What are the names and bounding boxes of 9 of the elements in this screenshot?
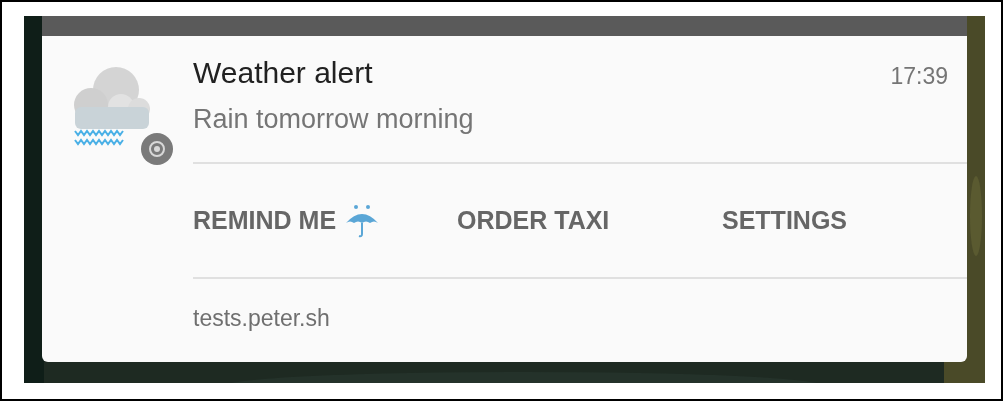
- notification-text: Rain tomorrow morning: [193, 103, 475, 136]
- notification-card[interactable]: Weather alert Rain tomorrow morning 17:39 REMIND ME ORDER TAXI SETTINGS tests.peter.sh: [42, 36, 967, 362]
- action-button[interactable]: SETTINGS: [722, 206, 922, 235]
- source-label: tests.peter.sh: [193, 305, 330, 332]
- action-button[interactable]: ORDER TAXI: [457, 206, 722, 235]
- notification-title: Weather alert: [193, 55, 374, 91]
- action-button[interactable]: REMIND ME: [193, 202, 457, 239]
- app-badge-icon: [140, 132, 174, 166]
- notification-time: 17:39: [890, 62, 948, 91]
